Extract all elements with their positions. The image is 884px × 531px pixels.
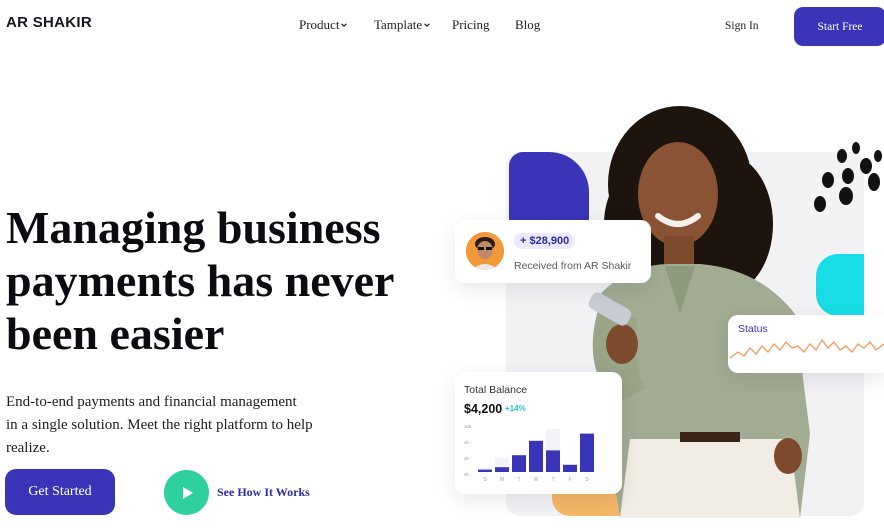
hero-description: End-to-end payments and financial manage… [6,391,326,460]
nav-blog[interactable]: Blog [515,17,540,33]
nav-template[interactable]: Tamplate [374,17,431,33]
chevron-down-icon [424,23,431,28]
start-free-label: Start Free [817,20,863,33]
bar-primary [478,469,492,472]
nav-pricing[interactable]: Pricing [452,17,490,33]
x-tick-label: F [568,477,571,483]
x-tick-label: W [534,477,539,483]
bar-primary [512,455,526,472]
x-tick-label: M [500,477,504,483]
nav-template-label: Tamplate [374,17,423,32]
hero-title-line: been easier [6,308,225,359]
received-from-text: Received from AR Shakir [514,260,632,272]
hero-description-line: in a single solution. Meet the right pla… [6,417,313,433]
play-video-button[interactable] [164,470,209,515]
nav-pricing-label: Pricing [452,17,490,32]
bar-primary [563,464,577,472]
chevron-down-icon [341,23,348,28]
y-tick-label: 0k [464,472,470,477]
status-sparkline [730,338,884,359]
get-started-label: Get Started [28,484,92,499]
hero-title-line: payments has never [6,255,395,306]
y-tick-label: 10k [464,424,472,429]
avatar-person-icon [466,232,504,270]
brand-logo[interactable]: AR SHAKIR [6,14,92,31]
x-tick-label: S [483,477,487,483]
y-tick-label: 2k [464,456,470,461]
received-amount-badge: + $28,900 [514,233,576,249]
play-icon [182,486,193,499]
see-how-it-works-link[interactable]: See How It Works [217,485,310,500]
decorative-dots [814,142,882,212]
total-balance-value: $4,200 [464,402,503,416]
x-tick-label: S [585,477,589,483]
x-tick-label: T [551,477,554,483]
balance-change-badge: +14% [505,404,526,413]
nav-product[interactable]: Product [299,17,348,33]
hero-description-line: End-to-end payments and financial manage… [6,394,297,410]
nav-product-label: Product [299,17,340,32]
bar-primary [580,433,594,472]
hero-title-line: Managing business [6,202,381,253]
y-tick-label: 4k [464,440,470,445]
sign-in-link[interactable]: Sign In [725,20,759,32]
hero-description-line: realize. [6,440,50,456]
bar-primary [495,467,509,472]
bar-primary [529,440,543,472]
balance-bar-chart: 10k 4k 2k 0k S M T W T F S [464,424,594,483]
bar-primary [546,450,560,472]
get-started-button[interactable]: Get Started [5,469,115,515]
start-free-button[interactable]: Start Free [794,7,884,46]
nav-blog-label: Blog [515,17,541,32]
avatar [466,232,504,270]
x-tick-label: T [517,477,520,483]
total-balance-label: Total Balance [464,384,528,396]
hero-title: Managing business payments has never bee… [6,201,426,360]
